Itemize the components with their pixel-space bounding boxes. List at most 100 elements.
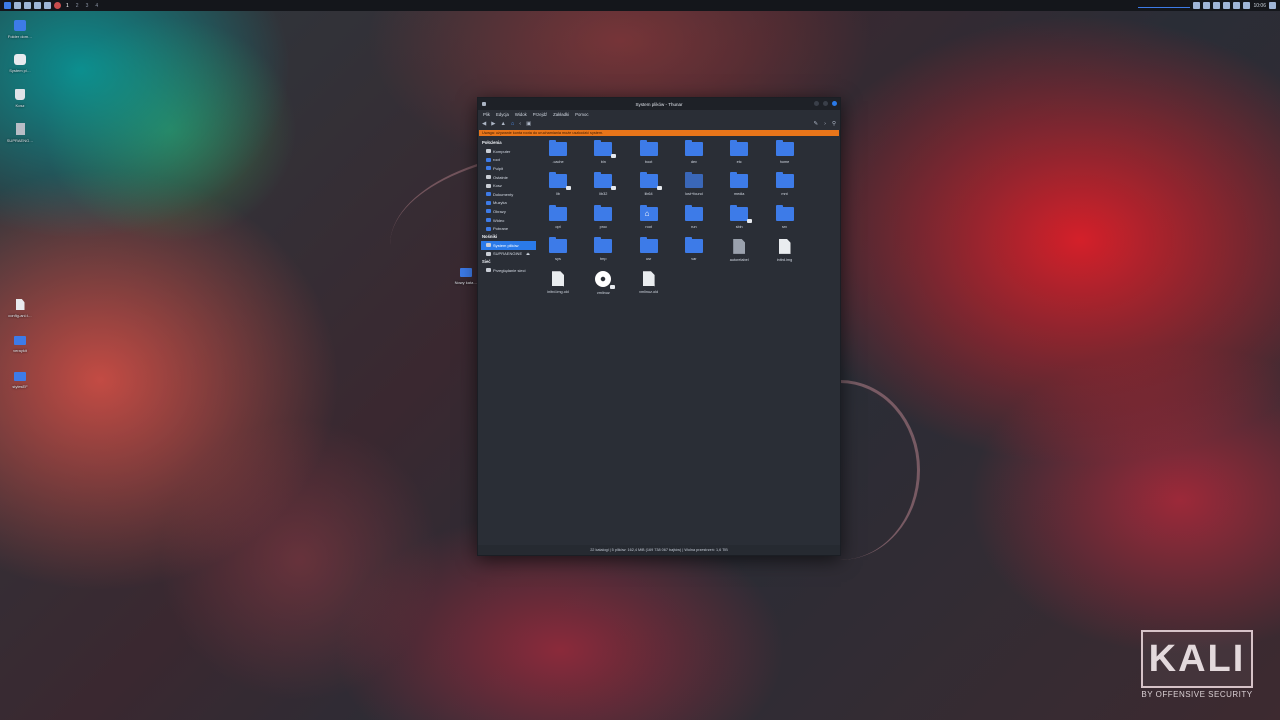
menu-view[interactable]: Widok: [515, 112, 527, 117]
desktop-icon-styles[interactable]: stylesEF: [0, 372, 40, 389]
file-item[interactable]: initrd.img: [765, 238, 805, 262]
minimize-button[interactable]: [814, 101, 819, 106]
file-item[interactable]: tmp: [583, 236, 623, 261]
sidebar-item-network[interactable]: Przeglądanie sieci: [481, 266, 536, 275]
file-item[interactable]: lib64: [629, 172, 669, 196]
file-item[interactable]: lib: [538, 172, 578, 196]
sidebar: Położenia Komputer root Pulpit Ostatnie …: [478, 136, 536, 545]
folder-icon: [730, 172, 749, 189]
desktop-icon-config[interactable]: config-ani.t…: [0, 299, 40, 318]
file-item[interactable]: vmlinuz.old: [629, 271, 669, 294]
file-item[interactable]: lib32: [583, 172, 623, 196]
file-item[interactable]: ⌂ root: [629, 204, 669, 229]
chevron-right-icon[interactable]: ›: [824, 121, 826, 128]
file-item[interactable]: vmlinuz: [583, 271, 623, 295]
file-icon: [778, 238, 791, 254]
file-item[interactable]: .cache: [538, 140, 578, 164]
show-desktop-icon[interactable]: [14, 2, 21, 9]
file-item[interactable]: usr: [629, 236, 669, 261]
home-folder-icon: ⌂: [639, 204, 658, 221]
file-item[interactable]: home: [765, 140, 805, 164]
workspace-3[interactable]: 3: [84, 3, 91, 9]
file-item[interactable]: autorelabel: [719, 238, 759, 262]
window-app-icon[interactable]: [482, 102, 486, 106]
lock-icon[interactable]: [1243, 2, 1251, 9]
network-icon[interactable]: [1203, 2, 1211, 9]
file-item[interactable]: sbin: [719, 204, 759, 229]
sidebar-item-computer[interactable]: Komputer: [481, 147, 536, 156]
browser-launcher-icon[interactable]: [54, 2, 61, 9]
menu-edit[interactable]: Edycja: [496, 112, 509, 117]
file-item-label: vmlinuz.old: [639, 290, 659, 295]
file-item[interactable]: bin: [583, 140, 623, 164]
sidebar-item-documents[interactable]: Dokumenty: [481, 190, 536, 199]
menu-help[interactable]: Pomoc: [575, 112, 588, 117]
workspace-2[interactable]: 2: [74, 3, 81, 9]
notifications-icon[interactable]: [1233, 2, 1241, 9]
desktop-icon-usb[interactable]: SUPRAENG…: [0, 123, 40, 143]
terminal-launcher-icon[interactable]: [24, 2, 31, 9]
file-item[interactable]: srv: [765, 204, 805, 229]
sidebar-item-downloads[interactable]: Pobrane: [481, 224, 536, 233]
folder-icon: [775, 204, 794, 221]
file-manager-launcher-icon[interactable]: [34, 2, 41, 9]
maximize-button[interactable]: [823, 101, 828, 106]
sidebar-item-filesystem[interactable]: System plików: [481, 240, 536, 250]
menu-bar: Plik Edycja Widok Przejdź Zakładki Pomoc: [478, 110, 840, 119]
file-item[interactable]: proc: [583, 204, 623, 229]
file-item[interactable]: opt: [538, 204, 578, 229]
window-titlebar[interactable]: System plików - Thunar: [478, 98, 840, 110]
desktop-icon-veraykit[interactable]: veraykit: [0, 336, 40, 353]
sidebar-item-recent[interactable]: Ostatnie: [481, 173, 536, 182]
trash-icon: [486, 183, 491, 188]
root-path-button[interactable]: ▣: [526, 121, 531, 128]
desktop-icon-filesystem[interactable]: System pl…: [0, 54, 40, 73]
workspace-4[interactable]: 4: [93, 3, 100, 9]
menu-bookmarks[interactable]: Zakładki: [553, 112, 569, 117]
location-bar[interactable]: [542, 121, 808, 128]
search-icon[interactable]: ⚲: [832, 121, 836, 128]
file-item[interactable]: initrd.img.old: [538, 271, 578, 294]
file-item[interactable]: etc: [719, 140, 759, 164]
kali-menu-icon[interactable]: [4, 2, 11, 9]
workspace-1[interactable]: 1: [64, 3, 71, 9]
chevron-left-icon[interactable]: ‹: [519, 121, 521, 128]
sidebar-item-usb[interactable]: SUPRAENGINE ⏏: [481, 250, 536, 259]
panel-clock[interactable]: 10:06: [1253, 3, 1266, 9]
sidebar-item-root[interactable]: root: [481, 156, 536, 165]
desktop-icon-home[interactable]: Folder dom…: [0, 20, 40, 39]
forward-arrow-icon[interactable]: ▶: [491, 121, 495, 128]
kali-logo-box: KALI: [1141, 630, 1253, 688]
file-item[interactable]: sys: [538, 236, 578, 261]
edit-path-icon[interactable]: ✎: [814, 121, 819, 128]
file-item[interactable]: boot: [629, 140, 669, 164]
sidebar-item-music[interactable]: Muzyka: [481, 199, 536, 208]
file-item[interactable]: lost+found: [674, 172, 714, 196]
home-icon[interactable]: ⌂: [511, 121, 514, 128]
folder-icon: [775, 172, 794, 189]
symlink-arrow-icon: [610, 285, 616, 290]
back-arrow-icon[interactable]: ◀: [482, 121, 486, 128]
file-item[interactable]: media: [719, 172, 759, 196]
file-item[interactable]: mnt: [765, 172, 805, 196]
desktop-icon-trash[interactable]: Kosz: [0, 89, 40, 108]
volume-icon[interactable]: [1223, 2, 1231, 9]
close-button[interactable]: [832, 101, 837, 106]
sidebar-item-desktop[interactable]: Pulpit: [481, 164, 536, 173]
sidebar-item-videos[interactable]: Wideo: [481, 216, 536, 225]
eject-icon[interactable]: ⏏: [526, 251, 530, 256]
file-item[interactable]: dev: [674, 140, 714, 164]
file-item[interactable]: run: [674, 204, 714, 229]
file-item[interactable]: var: [674, 236, 714, 261]
power-icon[interactable]: [1269, 2, 1276, 9]
display-icon[interactable]: [1193, 2, 1201, 9]
folder-icon: [684, 236, 703, 253]
updates-icon[interactable]: [1213, 2, 1221, 9]
up-arrow-icon[interactable]: ▲: [500, 121, 505, 128]
menu-go[interactable]: Przejdź: [533, 112, 547, 117]
sidebar-item-pictures[interactable]: Obrazy: [481, 207, 536, 216]
sidebar-item-trash[interactable]: Kosz: [481, 181, 536, 190]
text-editor-launcher-icon[interactable]: [44, 2, 51, 9]
menu-file[interactable]: Plik: [483, 112, 490, 117]
file-item-label: usr: [645, 256, 652, 261]
